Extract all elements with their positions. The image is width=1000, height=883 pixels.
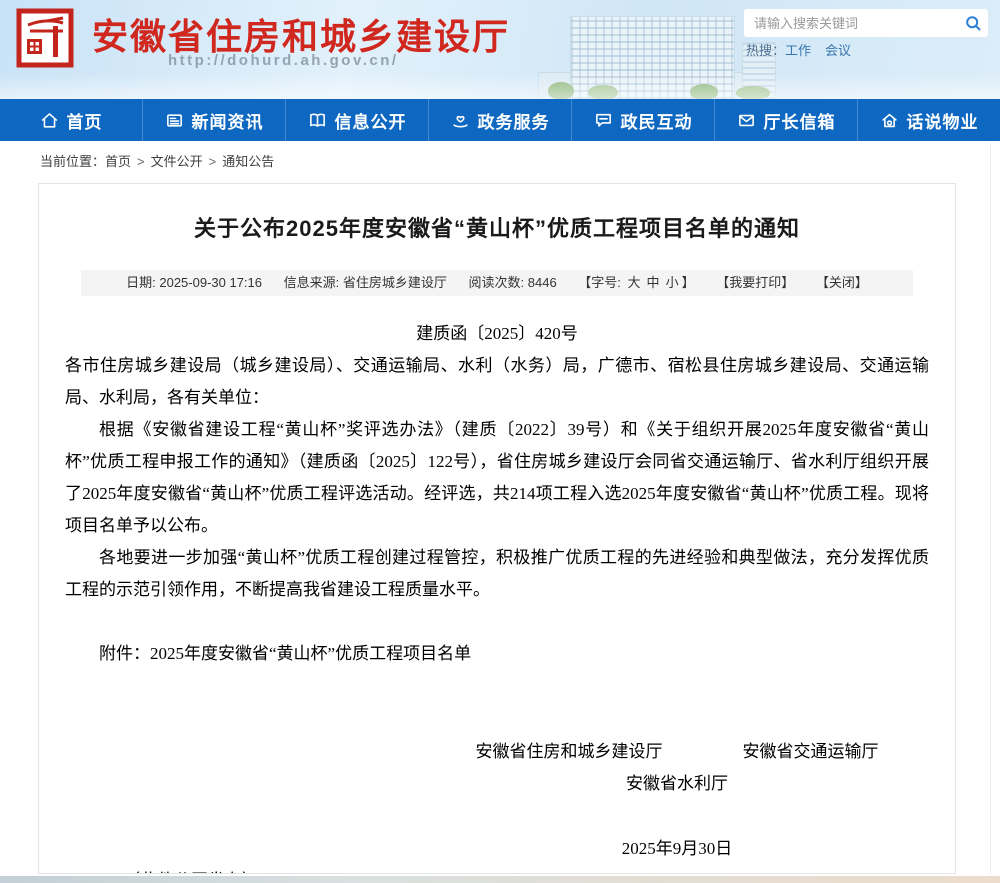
search-icon [965,15,982,32]
breadcrumb-item[interactable]: 文件公开 [151,154,203,169]
fontsize-option-button[interactable]: 小 [666,275,679,290]
print-button[interactable]: 【我要打印】 [716,275,794,290]
property-icon [880,111,899,130]
building-tower [570,16,735,99]
signature-water-dept: 安徽省水利厅 [425,768,929,800]
page: 安徽省住房和城乡建设厅 http://dohurd.ah.gov.cn/ 热搜：… [0,0,1000,883]
signature-line-1: 安徽省住房和城乡建设厅 安徽省交通运输厅 [425,736,929,768]
breadcrumb-separator: > [209,154,217,169]
tree-icon [736,86,770,99]
site-url: http://dohurd.ah.gov.cn/ [168,52,399,69]
search-input[interactable] [744,16,958,31]
breadcrumb-label: 当前位置： [40,154,105,169]
article-container: 关于公布2025年度安徽省“黄山杯”优质工程项目名单的通知 日期: 2025-0… [38,183,956,874]
tree-icon [548,82,574,99]
nav-item-property[interactable]: 话说物业 [857,99,1000,141]
home-icon [40,111,59,130]
news-icon [165,111,184,130]
nav-item-info-disclosure[interactable]: 信息公开 [285,99,428,141]
nav-item-service[interactable]: 政务服务 [428,99,571,141]
nav-item-label: 政民互动 [621,108,693,133]
nav-item-label: 新闻资讯 [192,108,264,133]
info-disclosure-icon [308,111,327,130]
search-button[interactable] [958,9,988,37]
meta-views: 阅读次数: 8446 [469,275,557,290]
signature-housing-dept: 安徽省住房和城乡建设厅 [476,742,663,761]
breadcrumb-item[interactable]: 首页 [105,154,131,169]
meta-fontsize: 【字号: 大中小】 [578,275,694,290]
nav-item-mailbox[interactable]: 厅长信箱 [714,99,857,141]
hot-search-label: 热搜： [746,43,785,58]
search-box [744,9,988,37]
footnote-partial: （此件公开发布） [65,865,929,874]
page-edge-divider [990,143,991,874]
main-nav: 首页 新闻资讯 信息公开 政务服务 政民互动 厅长信箱 话说物业 [0,99,1000,141]
footer-strip [0,876,1000,883]
document-body: 建质函〔2025〕420号 各市住房城乡建设局（城乡建设局）、交通运输局、水利（… [65,318,929,874]
tree-icon [690,84,718,99]
attachment-line: 附件：2025年度安徽省“黄山杯”优质工程项目名单 [65,638,929,670]
hot-search-row: 热搜：工作会议 [746,40,865,59]
meta-source: 信息来源: 省住房城乡建设厅 [284,275,447,290]
breadcrumb: 当前位置：首页 > 文件公开 > 通知公告 [0,141,1000,183]
building-illustration [538,72,774,99]
nav-item-label: 厅长信箱 [764,108,836,133]
mailbox-icon [737,111,756,130]
signature-block: 安徽省住房和城乡建设厅 安徽省交通运输厅 安徽省水利厅 [65,736,929,800]
breadcrumb-separator: > [137,154,145,169]
nav-item-chat[interactable]: 政民互动 [571,99,714,141]
chat-icon [594,111,613,130]
meta-date: 日期: 2025-09-30 17:16 [126,275,262,290]
fontsize-option-button[interactable]: 大 [628,275,641,290]
site-header: 安徽省住房和城乡建设厅 http://dohurd.ah.gov.cn/ 热搜：… [0,0,1000,99]
nav-item-label: 首页 [67,108,103,133]
body-paragraph: 根据《安徽省建设工程“黄山杯”奖评选办法》（建质〔2022〕39号）和《关于组织… [65,414,929,542]
service-icon [451,111,470,130]
nav-item-label: 信息公开 [335,108,407,133]
article-title: 关于公布2025年度安徽省“黄山杯”优质工程项目名单的通知 [39,214,955,244]
salutation-paragraph: 各市住房城乡建设局（城乡建设局）、交通运输局、水利（水务）局，广德市、宿松县住房… [65,350,929,414]
body-paragraph: 各地要进一步加强“黄山杯”优质工程创建过程管控，积极推广优质工程的先进经验和典型… [65,542,929,606]
document-number: 建质函〔2025〕420号 [65,318,929,350]
nav-item-label: 政务服务 [478,108,550,133]
fontsize-option-button[interactable]: 中 [647,275,660,290]
signature-transport-dept: 安徽省交通运输厅 [743,742,879,761]
tree-icon [588,85,618,99]
close-button[interactable]: 【关闭】 [816,275,868,290]
document-date: 2025年9月30日 [65,833,929,865]
nav-item-home[interactable]: 首页 [0,99,142,141]
nav-item-label: 话说物业 [907,108,979,133]
site-logo-icon [16,8,74,68]
hot-search-link[interactable]: 会议 [825,43,851,58]
nav-item-news[interactable]: 新闻资讯 [142,99,285,141]
breadcrumb-item[interactable]: 通知公告 [222,154,274,169]
hot-search-link[interactable]: 工作 [785,43,811,58]
article-meta-bar: 日期: 2025-09-30 17:16 信息来源: 省住房城乡建设厅 阅读次数… [81,270,913,296]
